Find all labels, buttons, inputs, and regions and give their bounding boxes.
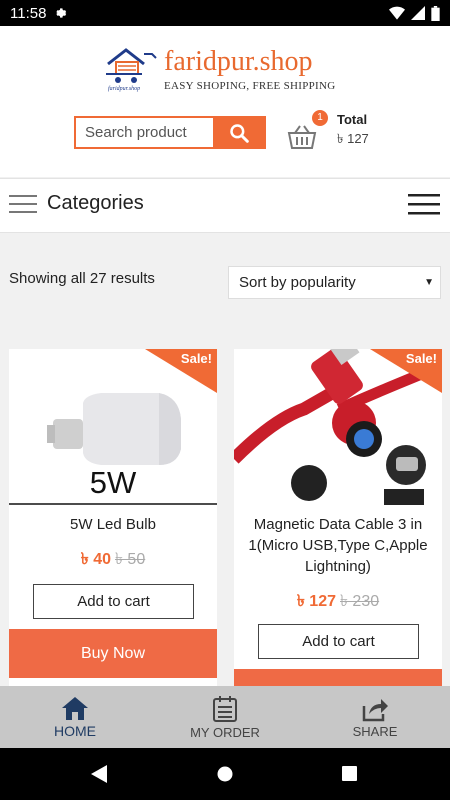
basket-icon <box>287 125 317 149</box>
search-icon <box>229 123 249 143</box>
settings-icon <box>56 8 67 18</box>
search-input[interactable] <box>76 118 213 147</box>
original-price: ৳ 50 <box>115 551 146 568</box>
back-icon[interactable] <box>91 765 107 783</box>
product-card[interactable]: Sale! Magnetic Data Cable 3 in 1(Micro U… <box>234 349 442 686</box>
main-menu-button[interactable] <box>408 192 440 223</box>
categories-bar: Categories <box>0 178 450 233</box>
cart-total: Total ৳ 127 <box>337 112 369 151</box>
order-list-icon <box>213 695 237 722</box>
cart-total-amount: ৳ 127 <box>337 131 369 146</box>
signal-icon <box>411 6 425 20</box>
cart-total-label: Total <box>337 112 368 127</box>
product-name[interactable]: 5W Led Bulb <box>9 514 217 535</box>
status-time: 11:58 <box>10 4 47 22</box>
site-header: faridpur.shop faridpur.shop EASY SHOPING… <box>0 26 450 177</box>
sort-value: Sort by popularity <box>239 274 356 291</box>
recents-icon[interactable] <box>342 766 357 781</box>
original-price: ৳ 230 <box>340 593 380 610</box>
nav-share-label: SHARE <box>352 723 398 739</box>
search-bar <box>74 116 266 149</box>
brand-tagline: EASY SHOPING, FREE SHIPPING <box>164 80 336 92</box>
system-navigation-bar <box>0 748 450 800</box>
brand-name: faridpur.shop <box>164 46 313 77</box>
sale-price: ৳ 40 <box>80 551 111 568</box>
categories-toggle[interactable]: Categories <box>9 192 144 215</box>
product-name[interactable]: Magnetic Data Cable 3 in 1(Micro USB,Typ… <box>234 514 442 577</box>
product-price: ৳ 40 ৳ 50 <box>9 546 217 573</box>
cart-button[interactable]: 1 <box>287 110 328 152</box>
menu-icon <box>408 194 440 215</box>
categories-label: Categories <box>47 192 144 214</box>
product-price: ৳ 127 ৳ 230 <box>234 588 442 615</box>
home-circle-icon[interactable] <box>217 766 233 782</box>
product-card[interactable]: 5W Sale! 5W Led Bulb ৳ 40 ৳ 50 Add to car… <box>9 349 217 686</box>
add-to-cart-button[interactable]: Add to cart <box>258 624 419 659</box>
bottom-navigation: HOME MY ORDER SHARE <box>0 686 450 748</box>
results-count: Showing all 27 results <box>9 270 155 287</box>
sale-badge: Sale! <box>180 351 212 366</box>
sort-select[interactable]: Sort by popularity ▼ <box>228 266 441 299</box>
share-icon <box>362 698 388 721</box>
sale-badge: Sale! <box>405 351 437 366</box>
hamburger-icon <box>9 194 37 213</box>
buy-now-button[interactable]: Buy Now <box>9 629 217 678</box>
status-bar: 11:58 <box>0 0 450 26</box>
buy-now-button-partial[interactable] <box>234 669 442 686</box>
nav-my-order-label: MY ORDER <box>190 724 260 740</box>
search-button[interactable] <box>213 118 264 147</box>
nav-home[interactable]: HOME <box>0 686 150 748</box>
cart-logo-icon <box>106 48 157 83</box>
add-to-cart-button[interactable]: Add to cart <box>33 584 194 619</box>
wifi-icon <box>389 6 405 20</box>
home-icon <box>62 697 88 720</box>
site-logo[interactable]: faridpur.shop faridpur.shop EASY SHOPING… <box>104 44 364 104</box>
nav-home-label: HOME <box>54 723 96 739</box>
nav-share[interactable]: SHARE <box>300 686 450 748</box>
nav-my-order[interactable]: MY ORDER <box>150 686 300 748</box>
dropdown-caret-icon: ▼ <box>424 277 434 288</box>
logo-small-text: faridpur.shop <box>108 86 141 92</box>
product-image-caption: 5W <box>89 465 137 500</box>
cart-count-badge: 1 <box>312 110 328 126</box>
battery-icon <box>431 5 440 21</box>
sale-price: ৳ 127 <box>296 593 336 610</box>
